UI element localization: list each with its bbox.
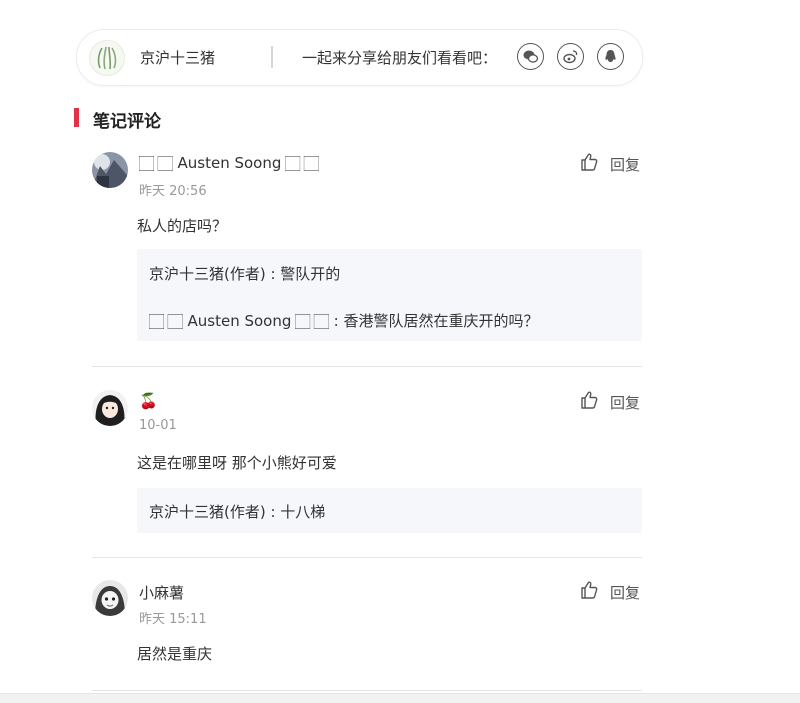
reply-button[interactable]: 回复 bbox=[610, 154, 640, 175]
comment-item: 🍒 10-01 回复 这是在哪里呀 那个小熊好可爱 京沪十三猪(作者) : 十八… bbox=[0, 390, 800, 560]
comment-item: 小麻薯 昨天 15:11 回复 居然是重庆 bbox=[0, 580, 800, 692]
horizontal-scrollbar[interactable] bbox=[0, 693, 800, 703]
share-prompt-text: 一起来分享给朋友们看看吧： bbox=[302, 49, 498, 67]
comment-text: 居然是重庆 bbox=[137, 645, 213, 663]
qq-icon[interactable] bbox=[597, 43, 624, 70]
like-icon[interactable] bbox=[579, 152, 599, 176]
reply-thread: 京沪十三猪(作者) : 十八梯 bbox=[137, 488, 642, 533]
comment-item: 🏻 🏻 Austen Soong 🏻 🏻 昨天 20:56 回复 私人的店吗？ … bbox=[0, 152, 800, 367]
reply-button[interactable]: 回复 bbox=[610, 582, 640, 603]
comment-divider bbox=[92, 690, 642, 691]
comment-time: 10-01 bbox=[139, 418, 177, 433]
commenter-name[interactable]: 🍒 bbox=[139, 392, 158, 410]
wechat-icon[interactable] bbox=[517, 43, 544, 70]
reply-item[interactable]: 京沪十三猪(作者) : 警队开的 bbox=[149, 263, 340, 284]
comment-divider bbox=[92, 366, 642, 367]
note-comments-page: 京沪十三猪 一起来分享给朋友们看看吧： 笔记评论 🏻 🏻 Austen Soon… bbox=[0, 0, 800, 703]
author-avatar[interactable] bbox=[89, 40, 125, 76]
reply-item[interactable]: 京沪十三猪(作者) : 十八梯 bbox=[149, 501, 325, 522]
reply-thread: 京沪十三猪(作者) : 警队开的 🏻 🏻 Austen Soong 🏻 🏻 : … bbox=[137, 249, 642, 341]
weibo-icon[interactable] bbox=[557, 43, 584, 70]
reply-item[interactable]: 🏻 🏻 Austen Soong 🏻 🏻 : 香港警队居然在重庆开的吗？ bbox=[149, 310, 538, 331]
comment-text: 私人的店吗？ bbox=[137, 217, 228, 235]
comment-time: 昨天 20:56 bbox=[139, 184, 207, 199]
commenter-name[interactable]: 🏻 🏻 Austen Soong 🏻 🏻 bbox=[139, 154, 319, 172]
section-title: 笔记评论 bbox=[93, 112, 161, 132]
comment-divider bbox=[92, 557, 642, 558]
section-marker bbox=[74, 108, 79, 127]
share-divider bbox=[271, 46, 273, 68]
commenter-name[interactable]: 小麻薯 bbox=[139, 582, 184, 603]
avatar[interactable] bbox=[92, 152, 128, 188]
share-bar: 京沪十三猪 一起来分享给朋友们看看吧： bbox=[76, 29, 643, 86]
reply-button[interactable]: 回复 bbox=[610, 392, 640, 413]
like-icon[interactable] bbox=[579, 390, 599, 414]
avatar[interactable] bbox=[92, 580, 128, 616]
comment-time: 昨天 15:11 bbox=[139, 612, 207, 627]
avatar[interactable] bbox=[92, 390, 128, 426]
like-icon[interactable] bbox=[579, 580, 599, 604]
comment-text: 这是在哪里呀 那个小熊好可爱 bbox=[137, 454, 337, 472]
author-name[interactable]: 京沪十三猪 bbox=[140, 47, 215, 68]
